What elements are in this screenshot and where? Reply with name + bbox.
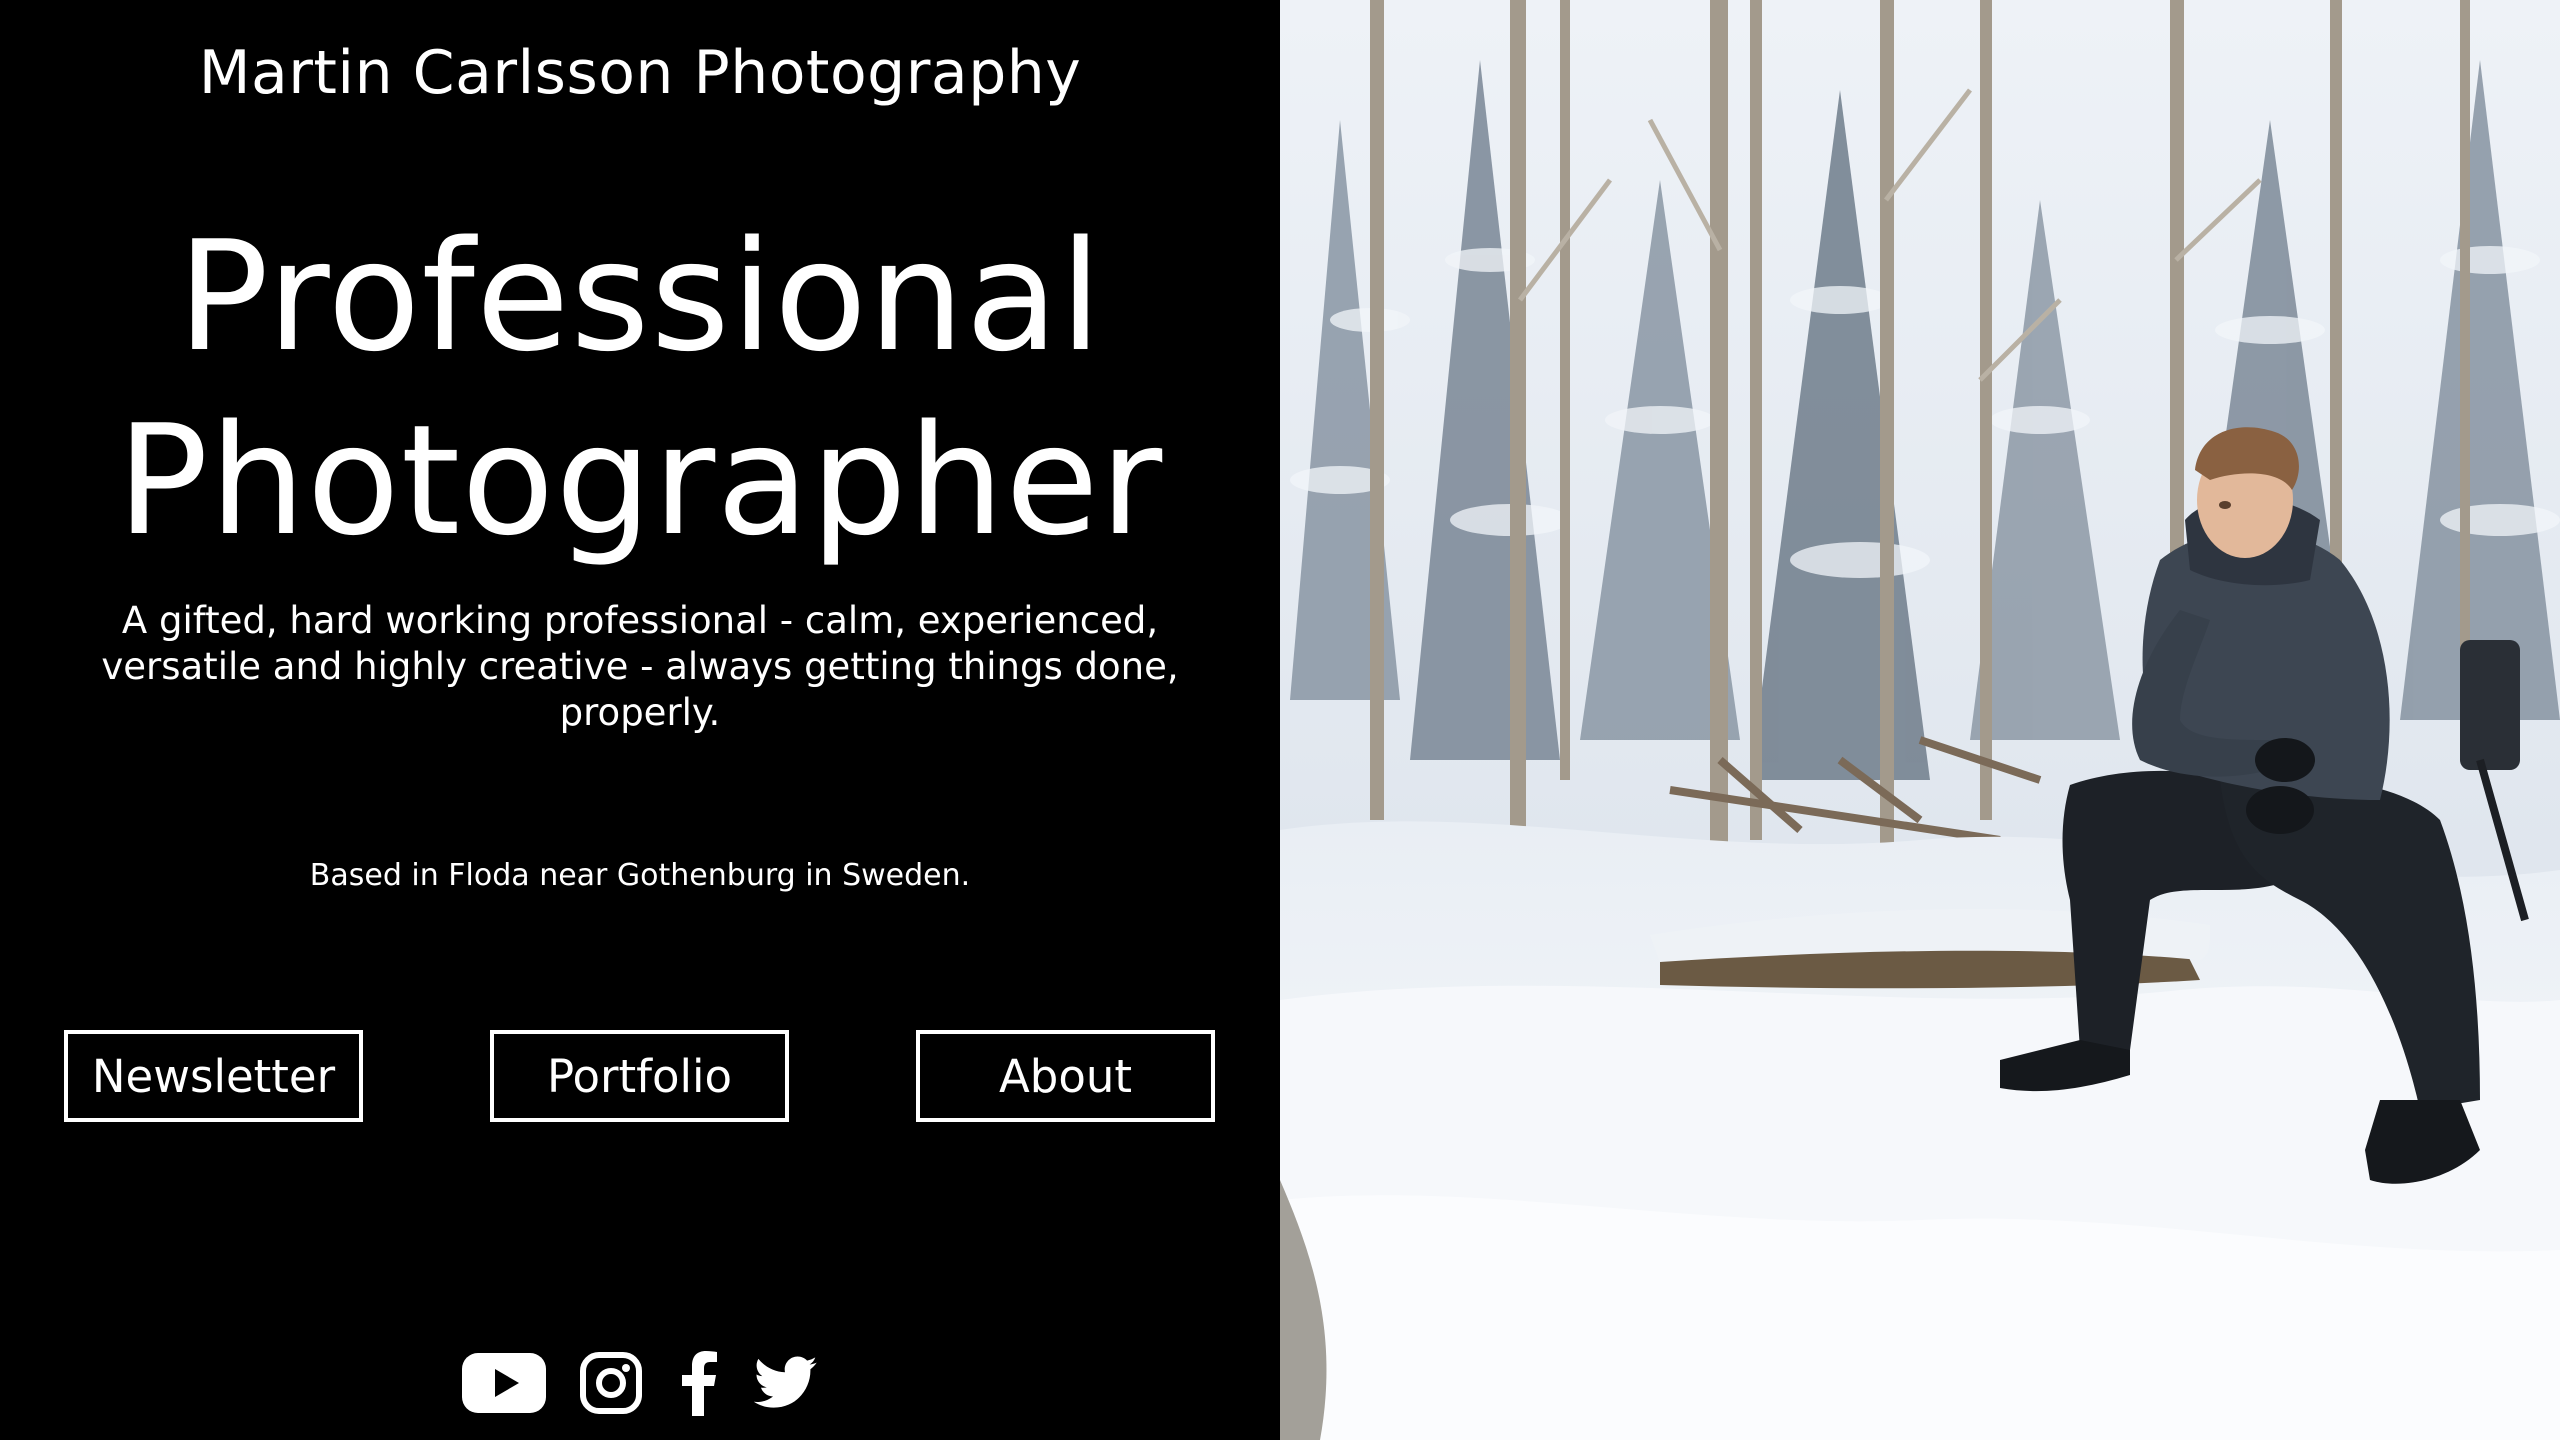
portfolio-button[interactable]: Portfolio xyxy=(490,1030,789,1122)
headline-line-1: Professional xyxy=(177,208,1103,385)
tagline: A gifted, hard working professional - ca… xyxy=(101,599,1179,734)
social-links xyxy=(0,1350,1280,1416)
location-text: Based in Floda near Gothenburg in Sweden… xyxy=(309,858,971,893)
headline-line-2: Photographer xyxy=(116,392,1164,569)
facebook-icon xyxy=(682,1351,717,1416)
youtube-icon xyxy=(462,1353,546,1413)
newsletter-button[interactable]: Newsletter xyxy=(64,1030,363,1122)
hero-photo xyxy=(1280,0,2560,1440)
photographer-in-snowy-forest-image xyxy=(1280,0,2560,1440)
instagram-icon xyxy=(580,1352,642,1414)
site-title[interactable]: Martin Carlsson Photography xyxy=(0,38,1280,108)
instagram-link[interactable] xyxy=(580,1352,642,1414)
page: Martin Carlsson Photography Professional… xyxy=(0,0,2560,1440)
facebook-link[interactable] xyxy=(676,1350,720,1416)
twitter-icon xyxy=(754,1356,817,1408)
headline: Professional Photographer xyxy=(0,205,1280,573)
youtube-link[interactable] xyxy=(462,1353,546,1413)
about-button[interactable]: About xyxy=(916,1030,1215,1122)
intro-panel: Martin Carlsson Photography Professional… xyxy=(0,0,1280,1440)
twitter-link[interactable] xyxy=(754,1356,818,1410)
